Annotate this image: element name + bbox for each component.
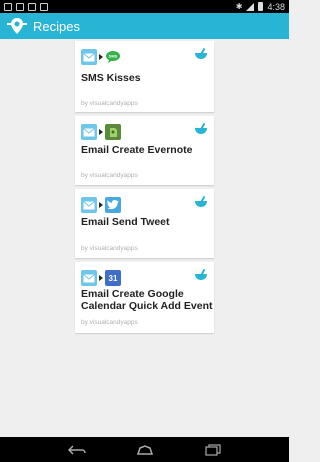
action-bar: Recipes (0, 13, 289, 39)
clock: 4:38 (267, 1, 285, 12)
recipe-author: by visualcandyapps (81, 172, 138, 179)
sms-label: SMS (109, 54, 118, 59)
recipe-list: SMS SMS Kisses by visualcandyapps Email … (0, 39, 289, 437)
notification-icon (4, 2, 12, 11)
notification-icon (16, 2, 24, 11)
notification-icon (28, 2, 36, 11)
recipe-title: SMS Kisses (81, 72, 141, 84)
system-status: ✱ 4:38 (236, 2, 285, 12)
back-icon (67, 444, 86, 455)
recipe-card[interactable]: Email Create Evernote by visualcandyapps (75, 116, 214, 185)
status-bar: ✱ 4:38 (0, 0, 289, 13)
evernote-icon (105, 124, 121, 140)
recipe-card[interactable]: 31 Email Create Google Calendar Quick Ad… (75, 262, 214, 333)
email-icon (81, 270, 97, 286)
page-title: Recipes (33, 18, 80, 34)
recent-apps-icon (204, 443, 221, 456)
signal-icon (246, 2, 255, 11)
recipe-title: Email Create Evernote (81, 144, 193, 156)
recipe-title: Email Send Tweet (81, 216, 170, 228)
email-icon (81, 197, 97, 213)
recipe-channels (81, 124, 121, 140)
recipe-title: Email Create Google Calendar Quick Add E… (81, 288, 213, 312)
arrow-icon (99, 202, 103, 208)
home-button[interactable] (134, 443, 156, 457)
recipe-author: by visualcandyapps (81, 100, 138, 107)
recipe-channels: SMS (81, 49, 121, 65)
recipe-bowl-icon (195, 48, 207, 59)
home-icon (136, 444, 153, 455)
notification-icons (4, 2, 48, 11)
recipe-card[interactable]: SMS SMS Kisses by visualcandyapps (75, 41, 214, 112)
email-icon (81, 124, 97, 140)
navigation-bar (0, 437, 289, 462)
recipe-bowl-icon (195, 123, 207, 134)
notification-icon (40, 2, 48, 11)
sms-icon: SMS (105, 49, 121, 65)
recipe-channels: 31 (81, 270, 121, 286)
google-calendar-icon: 31 (105, 270, 121, 286)
bluetooth-icon: ✱ (235, 2, 243, 11)
arrow-icon (99, 129, 103, 135)
back-button[interactable] (66, 443, 88, 457)
email-icon (81, 49, 97, 65)
battery-icon (258, 2, 264, 11)
recipe-author: by visualcandyapps (81, 245, 138, 252)
recipe-channels (81, 197, 121, 213)
recent-apps-button[interactable] (202, 443, 224, 457)
arrow-icon (99, 275, 103, 281)
recipe-author: by visualcandyapps (81, 319, 138, 326)
recipe-bowl-icon (195, 269, 207, 280)
recipe-card[interactable]: Email Send Tweet by visualcandyapps (75, 189, 214, 258)
twitter-icon (105, 197, 121, 213)
recipe-bowl-icon (195, 196, 207, 207)
app-logo-icon[interactable] (7, 17, 27, 35)
arrow-icon (99, 54, 103, 60)
